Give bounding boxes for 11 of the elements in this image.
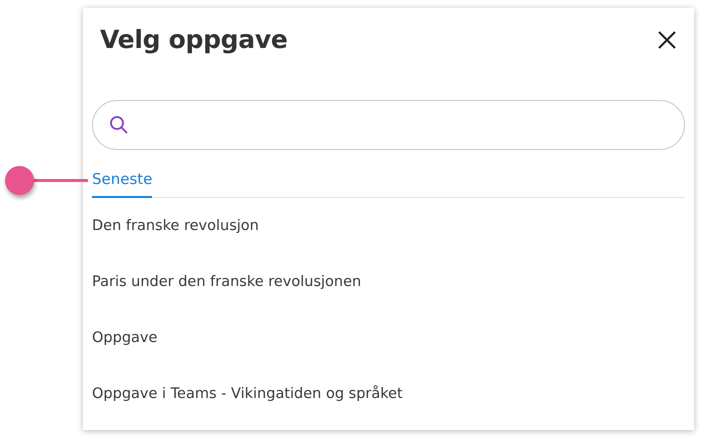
task-item[interactable]: Oppgave i Teams - Vikingatiden og språket	[92, 366, 403, 422]
search-field[interactable]	[92, 100, 685, 150]
task-item[interactable]: Paris under den franske revolusjonen	[92, 254, 362, 310]
callout-dot	[5, 166, 34, 195]
close-icon	[658, 31, 676, 49]
tab[interactable]: Seneste	[92, 169, 152, 198]
task-item[interactable]: Den franske revolusjon	[92, 198, 259, 254]
dialog-title: Velg oppgave	[100, 25, 288, 54]
task-item[interactable]: Oppgave	[92, 310, 158, 366]
leader-line	[32, 179, 88, 182]
search-icon	[109, 115, 129, 135]
